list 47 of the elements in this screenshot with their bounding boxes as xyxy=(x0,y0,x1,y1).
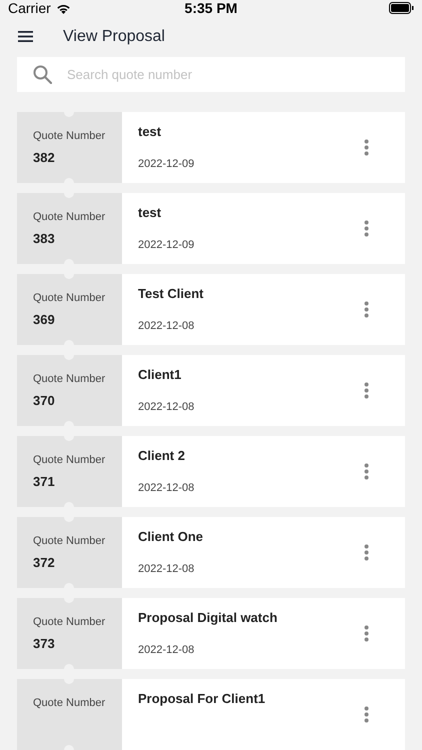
client-name: test xyxy=(138,205,162,220)
more-options-icon[interactable] xyxy=(364,301,369,318)
quote-number: 371 xyxy=(33,474,56,489)
more-options-icon[interactable] xyxy=(364,544,369,561)
quote-date: 2022-12-08 xyxy=(138,320,196,332)
quote-number: 382 xyxy=(33,150,56,165)
client-name: Client1 xyxy=(138,367,182,382)
client-name: Client 2 xyxy=(138,448,186,463)
search-icon xyxy=(33,64,52,84)
quote-number-label: Quote Number xyxy=(33,697,106,709)
quote-date: 2022-12-08 xyxy=(138,482,196,494)
client-name: test xyxy=(138,124,162,139)
quote-date: 2022-12-09 xyxy=(138,158,196,170)
carrier-label: Carrier xyxy=(8,0,51,16)
more-options-icon[interactable] xyxy=(364,139,369,156)
quote-number-label: Quote Number xyxy=(33,211,106,223)
more-options-icon[interactable] xyxy=(364,625,369,642)
wifi-icon xyxy=(56,2,71,14)
quote-date: 2022-12-08 xyxy=(138,401,196,413)
client-name: Test Client xyxy=(138,286,204,301)
more-options-icon[interactable] xyxy=(364,220,369,237)
quote-date: 2022-12-08 xyxy=(138,644,196,656)
menu-icon[interactable] xyxy=(18,31,33,42)
more-options-icon[interactable] xyxy=(364,382,369,399)
quote-number: 369 xyxy=(33,312,56,327)
quote-number-label: Quote Number xyxy=(33,292,106,304)
more-options-icon[interactable] xyxy=(364,463,369,480)
search-field[interactable]: Search quote number xyxy=(17,56,405,92)
quote-number: 383 xyxy=(33,231,56,246)
quote-number-label: Quote Number xyxy=(33,616,106,628)
client-name: Proposal For Client1 xyxy=(138,691,266,706)
quote-number-label: Quote Number xyxy=(33,454,106,466)
quote-number: 372 xyxy=(33,555,56,570)
search-input[interactable]: Search quote number xyxy=(67,56,389,92)
quote-number-label: Quote Number xyxy=(33,373,106,385)
more-options-icon[interactable] xyxy=(364,706,369,723)
quote-number-label: Quote Number xyxy=(33,535,106,547)
page-title: View Proposal xyxy=(63,28,165,46)
client-name: Proposal Digital watch xyxy=(138,610,278,625)
quote-date: 2022-12-09 xyxy=(138,239,196,251)
clock-time: 5:35 PM xyxy=(184,0,238,16)
quote-date: 2022-12-08 xyxy=(138,563,196,575)
quote-number: 373 xyxy=(33,636,56,651)
quote-number: 370 xyxy=(33,393,56,408)
quote-number-label: Quote Number xyxy=(33,130,106,142)
client-name: Client One xyxy=(138,529,204,544)
battery-icon xyxy=(388,2,414,14)
